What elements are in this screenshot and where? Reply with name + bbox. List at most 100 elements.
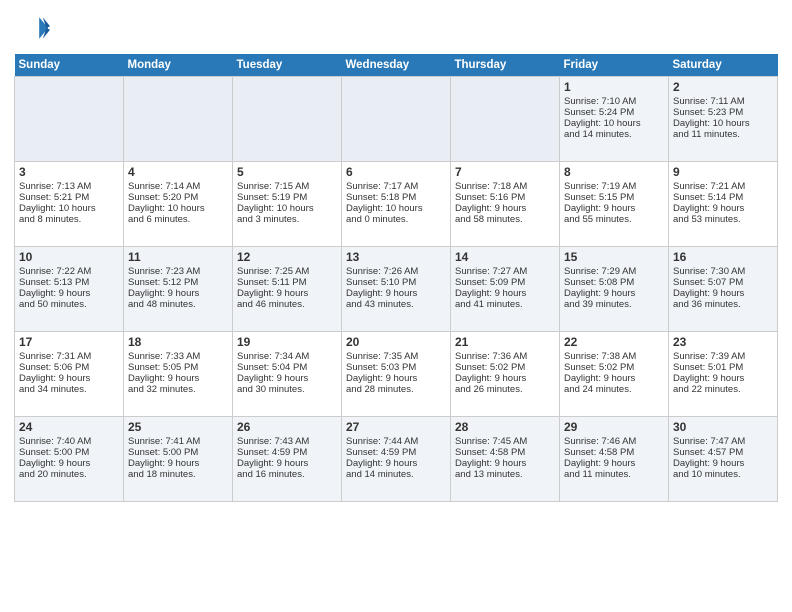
calendar-cell: 19Sunrise: 7:34 AMSunset: 5:04 PMDayligh… <box>233 332 342 417</box>
calendar-cell <box>124 77 233 162</box>
day-info: Daylight: 10 hours <box>346 203 446 214</box>
day-number: 26 <box>237 420 337 434</box>
day-info: Sunrise: 7:30 AM <box>673 266 773 277</box>
calendar-cell: 20Sunrise: 7:35 AMSunset: 5:03 PMDayligh… <box>342 332 451 417</box>
calendar-body: 1 Sunrise: 7:10 AMSunset: 5:24 PM Daylight… <box>15 77 778 502</box>
weekday-tuesday: Tuesday <box>233 54 342 77</box>
logo-icon <box>14 10 50 46</box>
calendar-cell: 3Sunrise: 7:13 AMSunset: 5:21 PMDaylight… <box>15 162 124 247</box>
calendar-cell: 1Sunrise: 7:10 AMSunset: 5:24 PMDaylight… <box>560 77 669 162</box>
calendar-cell: 22Sunrise: 7:38 AMSunset: 5:02 PMDayligh… <box>560 332 669 417</box>
day-info: Daylight: 9 hours <box>673 373 773 384</box>
day-info: and 14 minutes. <box>346 469 446 480</box>
day-number: 14 <box>455 250 555 264</box>
day-info: and 16 minutes. <box>237 469 337 480</box>
calendar-cell: 15Sunrise: 7:29 AMSunset: 5:08 PMDayligh… <box>560 247 669 332</box>
day-info: and 48 minutes. <box>128 299 228 310</box>
day-info: Sunset: 5:16 PM <box>455 192 555 203</box>
weekday-thursday: Thursday <box>451 54 560 77</box>
day-info: Daylight: 9 hours <box>128 373 228 384</box>
day-info: Sunrise: 7:35 AM <box>346 351 446 362</box>
calendar-cell: 18Sunrise: 7:33 AMSunset: 5:05 PMDayligh… <box>124 332 233 417</box>
day-info: and 46 minutes. <box>237 299 337 310</box>
day-info: and 43 minutes. <box>346 299 446 310</box>
weekday-sunday: Sunday <box>15 54 124 77</box>
day-info: Sunset: 5:24 PM <box>564 107 664 118</box>
calendar-table: SundayMondayTuesdayWednesdayThursdayFrid… <box>14 54 778 502</box>
day-info: Sunset: 5:09 PM <box>455 277 555 288</box>
calendar-cell: 10Sunrise: 7:22 AMSunset: 5:13 PMDayligh… <box>15 247 124 332</box>
weekday-wednesday: Wednesday <box>342 54 451 77</box>
day-info: Daylight: 10 hours <box>19 203 119 214</box>
day-info: Daylight: 10 hours <box>673 118 773 129</box>
day-info: Sunset: 5:00 PM <box>128 447 228 458</box>
day-info: Sunrise: 7:26 AM <box>346 266 446 277</box>
day-info: Daylight: 9 hours <box>237 373 337 384</box>
day-info: Daylight: 9 hours <box>346 288 446 299</box>
day-info: Sunrise: 7:36 AM <box>455 351 555 362</box>
day-info: Sunset: 5:02 PM <box>455 362 555 373</box>
day-number: 10 <box>19 250 119 264</box>
day-info: Sunset: 5:05 PM <box>128 362 228 373</box>
day-info: Daylight: 9 hours <box>455 288 555 299</box>
day-info: and 28 minutes. <box>346 384 446 395</box>
calendar-cell: 27Sunrise: 7:44 AMSunset: 4:59 PMDayligh… <box>342 417 451 502</box>
day-info: Sunset: 5:18 PM <box>346 192 446 203</box>
day-info: Daylight: 9 hours <box>455 203 555 214</box>
weekday-row: SundayMondayTuesdayWednesdayThursdayFrid… <box>15 54 778 77</box>
day-info: Daylight: 9 hours <box>455 458 555 469</box>
day-info: and 22 minutes. <box>673 384 773 395</box>
day-info: Sunset: 5:00 PM <box>19 447 119 458</box>
day-info: and 18 minutes. <box>128 469 228 480</box>
day-number: 1 <box>564 80 664 94</box>
calendar-cell <box>451 77 560 162</box>
day-number: 22 <box>564 335 664 349</box>
day-info: Sunrise: 7:19 AM <box>564 181 664 192</box>
calendar-cell: 12Sunrise: 7:25 AMSunset: 5:11 PMDayligh… <box>233 247 342 332</box>
day-info: Daylight: 10 hours <box>237 203 337 214</box>
day-info: Sunrise: 7:47 AM <box>673 436 773 447</box>
calendar-cell: 4Sunrise: 7:14 AMSunset: 5:20 PMDaylight… <box>124 162 233 247</box>
calendar-cell: 28Sunrise: 7:45 AMSunset: 4:58 PMDayligh… <box>451 417 560 502</box>
day-info: Sunrise: 7:39 AM <box>673 351 773 362</box>
day-info: Daylight: 9 hours <box>237 288 337 299</box>
day-info: Sunrise: 7:17 AM <box>346 181 446 192</box>
day-number: 8 <box>564 165 664 179</box>
day-info: and 8 minutes. <box>19 214 119 225</box>
calendar-cell: 25Sunrise: 7:41 AMSunset: 5:00 PMDayligh… <box>124 417 233 502</box>
day-info: Sunset: 5:19 PM <box>237 192 337 203</box>
day-info: Sunset: 4:59 PM <box>237 447 337 458</box>
calendar-cell: 17Sunrise: 7:31 AMSunset: 5:06 PMDayligh… <box>15 332 124 417</box>
day-info: Daylight: 9 hours <box>673 203 773 214</box>
week-row-2: 10Sunrise: 7:22 AMSunset: 5:13 PMDayligh… <box>15 247 778 332</box>
header <box>14 10 778 46</box>
calendar-cell: 7Sunrise: 7:18 AMSunset: 5:16 PMDaylight… <box>451 162 560 247</box>
day-info: Sunrise: 7:29 AM <box>564 266 664 277</box>
day-info: Sunset: 5:12 PM <box>128 277 228 288</box>
day-info: Daylight: 9 hours <box>128 288 228 299</box>
day-info: Sunrise: 7:10 AM <box>564 96 664 107</box>
day-info: and 0 minutes. <box>346 214 446 225</box>
day-number: 3 <box>19 165 119 179</box>
day-number: 2 <box>673 80 773 94</box>
calendar-cell: 23Sunrise: 7:39 AMSunset: 5:01 PMDayligh… <box>669 332 778 417</box>
day-number: 11 <box>128 250 228 264</box>
day-number: 15 <box>564 250 664 264</box>
day-number: 25 <box>128 420 228 434</box>
day-number: 30 <box>673 420 773 434</box>
calendar-cell: 24Sunrise: 7:40 AMSunset: 5:00 PMDayligh… <box>15 417 124 502</box>
day-info: and 24 minutes. <box>564 384 664 395</box>
day-info: and 13 minutes. <box>455 469 555 480</box>
day-info: Daylight: 9 hours <box>673 288 773 299</box>
weekday-friday: Friday <box>560 54 669 77</box>
day-info: Sunrise: 7:38 AM <box>564 351 664 362</box>
day-info: Sunrise: 7:45 AM <box>455 436 555 447</box>
day-info: Daylight: 9 hours <box>564 458 664 469</box>
day-info: Sunrise: 7:15 AM <box>237 181 337 192</box>
calendar-cell: 14Sunrise: 7:27 AMSunset: 5:09 PMDayligh… <box>451 247 560 332</box>
day-info: Sunset: 5:03 PM <box>346 362 446 373</box>
logo <box>14 10 54 46</box>
day-info: Sunrise: 7:40 AM <box>19 436 119 447</box>
calendar-header: SundayMondayTuesdayWednesdayThursdayFrid… <box>15 54 778 77</box>
day-info: Sunrise: 7:22 AM <box>19 266 119 277</box>
